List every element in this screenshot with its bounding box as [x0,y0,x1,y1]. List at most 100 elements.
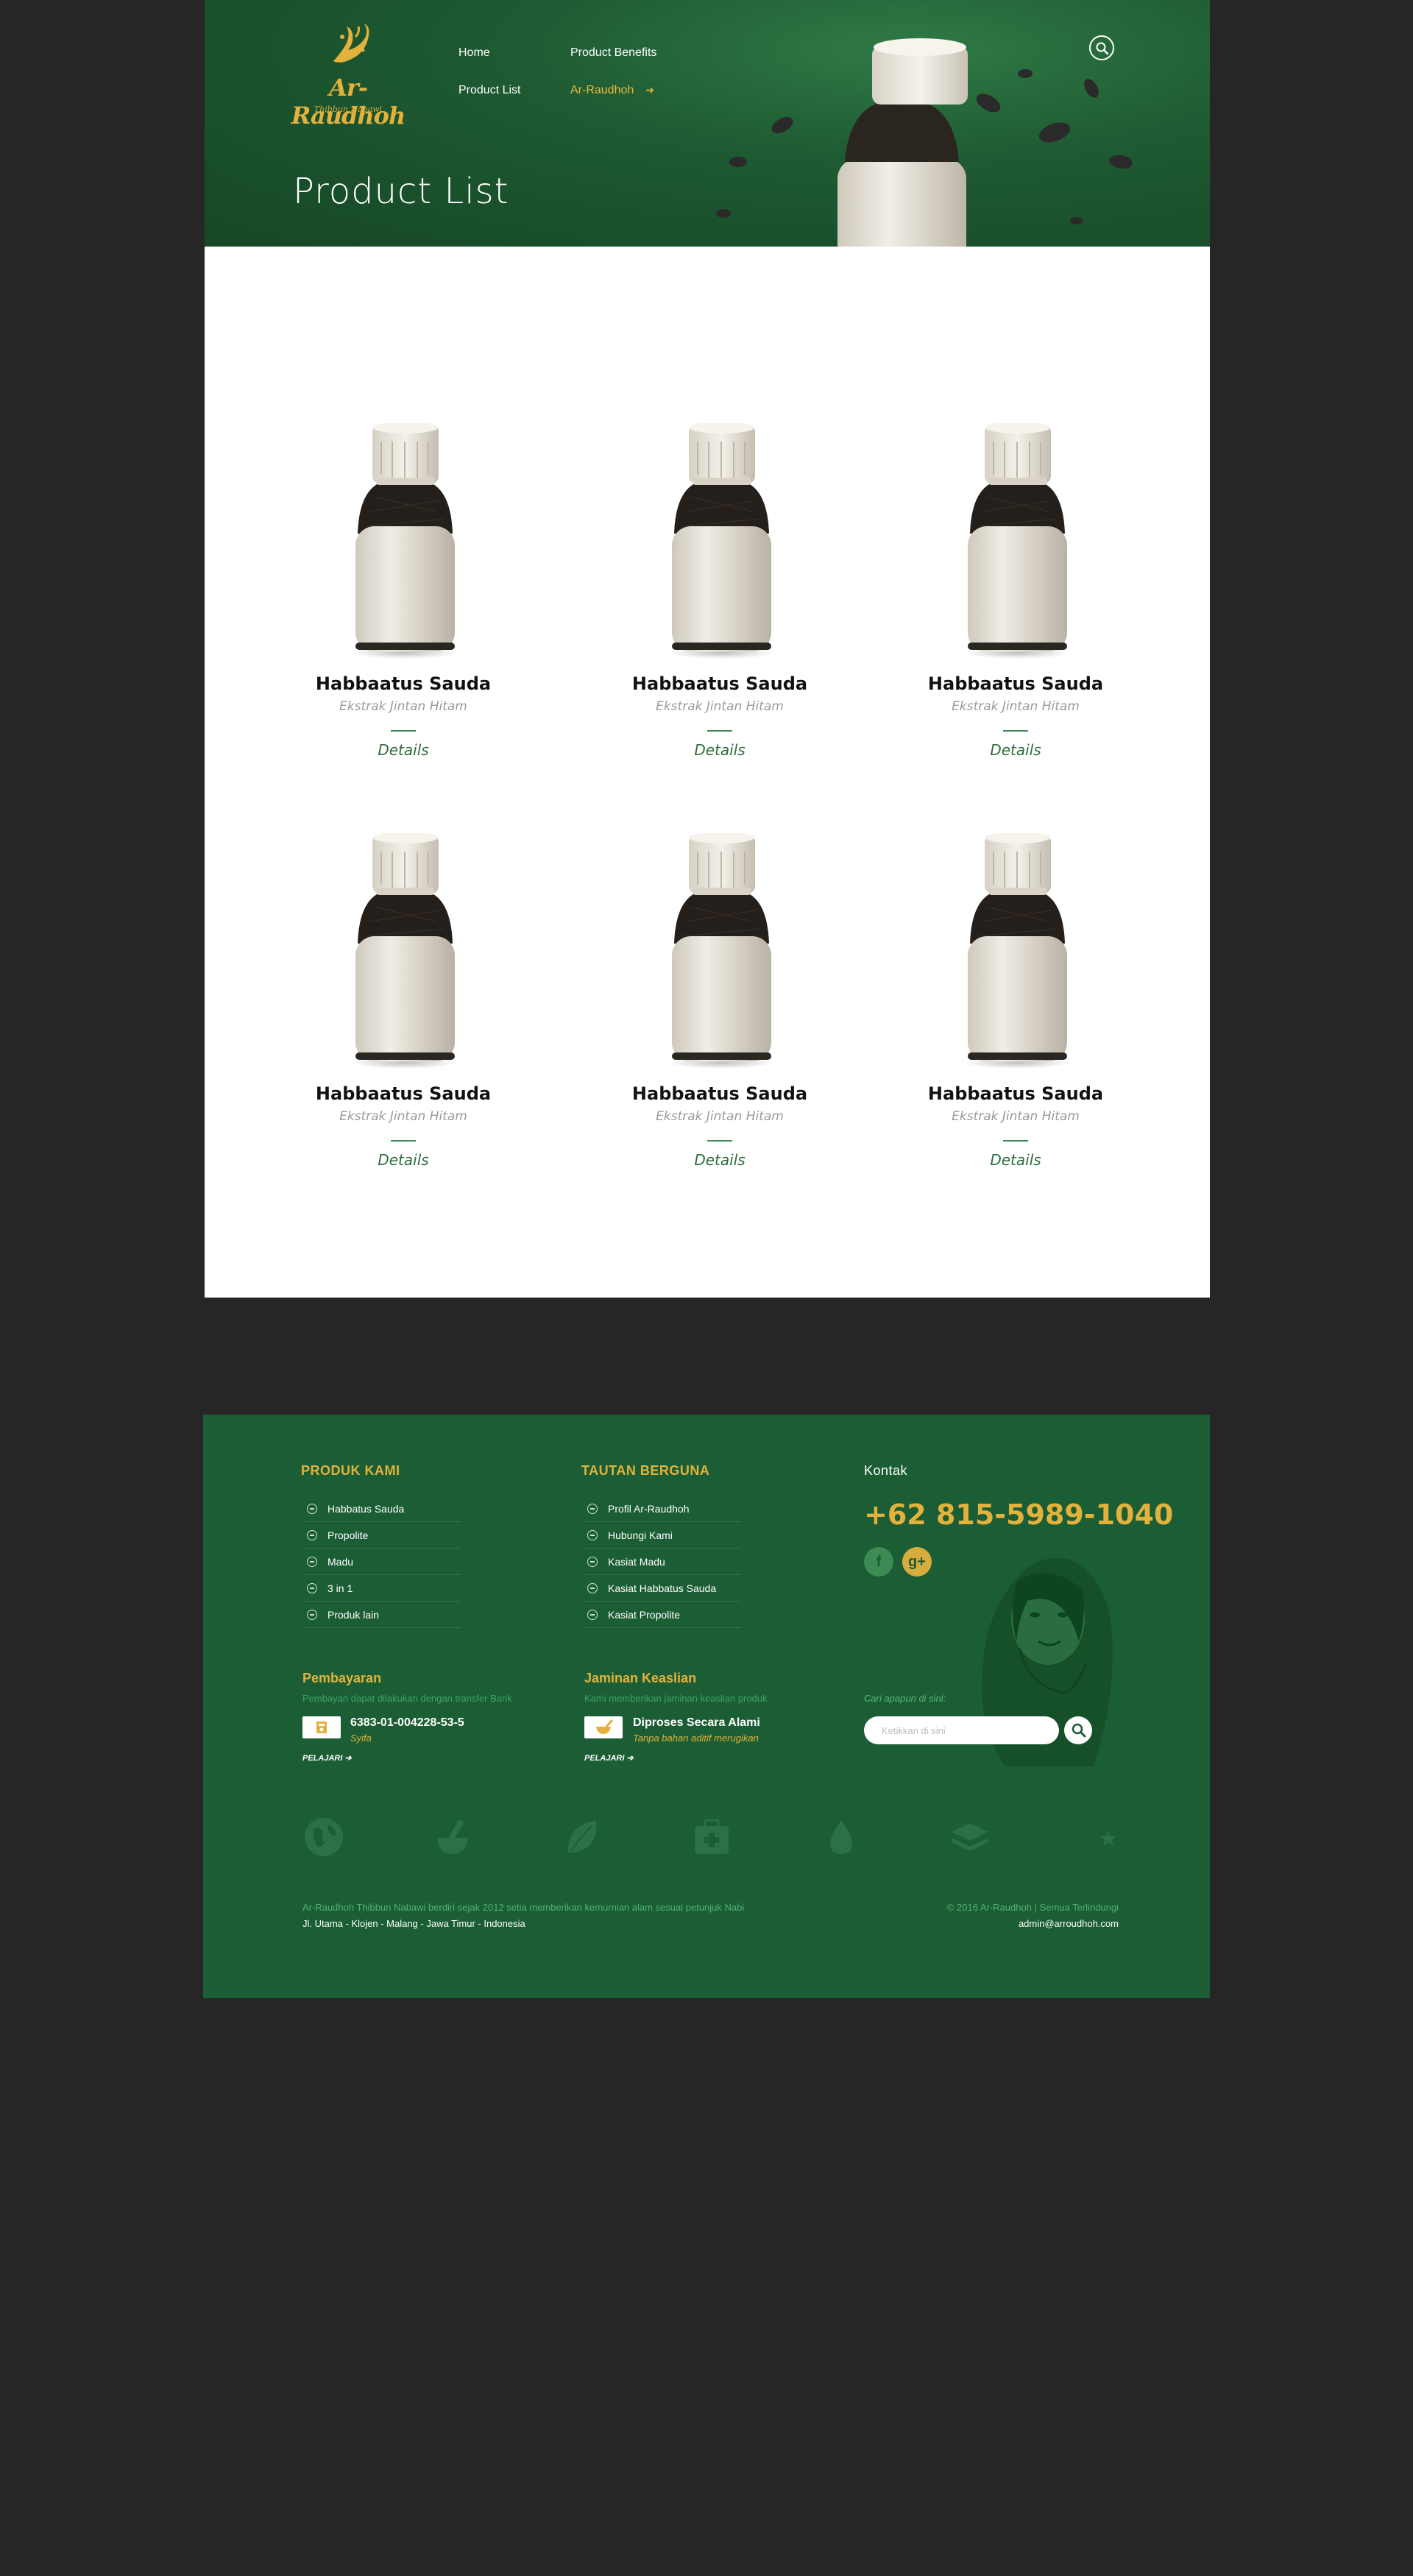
payment-account-holder: Syifa [350,1733,372,1744]
product-card: Habbaatus Sauda Ekstrak Jintan Hitam Det… [282,833,525,1216]
footer-product-label: Propolite [327,1529,369,1541]
contact-phone[interactable]: +62 815-5989-1040 [864,1498,1173,1531]
product-subtitle: Ekstrak Jintan Hitam [656,699,784,714]
product-details-link[interactable]: Details [598,741,841,759]
footer-copyright: © 2016 Ar-Raudhoh | Semua Terlindungi [946,1902,1119,1913]
bank-card-icon [302,1716,341,1738]
footer-product-link[interactable]: Produk lain [302,1602,461,1628]
product-name: Habbaatus Sauda [315,1083,492,1104]
product-bottle-image [668,833,775,1069]
product-bottle-image [964,423,1071,659]
header-banner: Ar-Raudhoh Thibbun Nabawi Home Product B… [205,0,1210,344]
circle-arrow-icon [587,1530,598,1540]
mortar-icon [596,1719,614,1734]
divider [707,1140,732,1142]
product-bottle-image [352,833,458,1069]
arabic-calligraphy-icon [333,24,369,63]
useful-links-list: Profil Ar-Raudhoh Hubungi Kami Kasiat Ma… [583,1496,741,1628]
payment-learn-more-label: PELAJARI [302,1754,343,1763]
payment-subtitle: Pembayari dapat dilakukan dengan transfe… [302,1693,512,1704]
divider [1003,730,1028,732]
product-subtitle: Ekstrak Jintan Hitam [656,1109,784,1124]
circle-arrow-icon [307,1530,317,1540]
footer-product-link[interactable]: Propolite [302,1522,461,1549]
footer-product-label: Madu [327,1556,354,1568]
arrow-right-icon: ➔ [626,1754,634,1763]
product-details-link[interactable]: Details [598,1151,841,1169]
nav-ar-raudhoh[interactable]: Ar-Raudhoh ➔ [570,84,654,97]
drop-icon [830,1820,852,1854]
footer-search-input[interactable] [864,1716,1059,1744]
quran-icon [952,1823,988,1851]
nav-home[interactable]: Home [458,46,490,60]
natural-badge-icon [584,1716,623,1738]
first-aid-icon [695,1819,729,1854]
footer-product-link[interactable]: Habbatus Sauda [302,1496,461,1522]
footer-useful-label: Kasiat Propolite [608,1609,681,1621]
product-details-link[interactable]: Details [894,741,1137,759]
useful-links-heading: TAUTAN BERGUNA [581,1463,710,1478]
guarantee-learn-more-label: PELAJARI [584,1754,625,1763]
product-bottle-image [964,833,1071,1069]
footer-search-button[interactable] [1064,1716,1092,1744]
product-name: Habbaatus Sauda [927,1083,1104,1104]
products-list: Habbatus Sauda Propolite Madu 3 in 1 Pro… [302,1496,461,1628]
product-grid: Habbaatus Sauda Ekstrak Jintan Hitam Det… [205,247,1210,1298]
circle-arrow-icon [307,1610,317,1620]
footer-product-link[interactable]: Madu [302,1549,461,1575]
footer-about-text: Ar-Raudhoh Thibbun Nabawi berdiri sejak … [302,1902,745,1913]
footer-product-label: Habbatus Sauda [327,1503,405,1515]
footer-product-link[interactable]: 3 in 1 [302,1575,461,1602]
product-name: Habbaatus Sauda [631,673,808,694]
divider [1003,1140,1028,1142]
leaf-icon [567,1820,597,1853]
divider [391,1140,416,1142]
product-details-link[interactable]: Details [894,1151,1137,1169]
crescent-star-icon [1084,1820,1116,1854]
product-details-link[interactable]: Details [282,1151,525,1169]
brand-logo[interactable]: Ar-Raudhoh Thibbun Nabawi [289,21,407,130]
facebook-icon[interactable]: f [864,1547,893,1577]
circle-arrow-icon [307,1557,317,1567]
arrow-right-icon: ➔ [645,84,655,96]
payment-learn-more-link[interactable]: PELAJARI ➔ [302,1753,352,1763]
guarantee-learn-more-link[interactable]: PELAJARI ➔ [584,1753,634,1763]
product-details-link[interactable]: Details [282,741,525,759]
guarantee-note: Tanpa bahan aditif merugikan [633,1733,759,1744]
payment-title: Pembayaran [302,1671,382,1685]
circle-arrow-icon [587,1557,598,1567]
footer-useful-link[interactable]: Kasiat Propolite [583,1602,741,1628]
footer-email[interactable]: admin@arroudhoh.com [1019,1918,1119,1929]
footer-useful-link[interactable]: Kasiat Habbatus Sauda [583,1575,741,1602]
google-plus-icon[interactable]: g+ [902,1547,932,1577]
footer-address: Jl. Utama - Klojen - Malang - Jawa Timur… [302,1918,525,1929]
product-bottle-image [668,423,775,659]
product-name: Habbaatus Sauda [927,673,1104,694]
product-subtitle: Ekstrak Jintan Hitam [952,699,1080,714]
product-card: Habbaatus Sauda Ekstrak Jintan Hitam Det… [894,423,1137,806]
circle-arrow-icon [307,1504,317,1514]
site-footer: PRODUK KAMI Habbatus Sauda Propolite Mad… [203,1415,1210,1998]
footer-useful-label: Profil Ar-Raudhoh [608,1503,690,1515]
product-subtitle: Ekstrak Jintan Hitam [339,699,467,714]
nav-product-list[interactable]: Product List [458,84,520,97]
product-name: Habbaatus Sauda [315,673,492,694]
footer-useful-link[interactable]: Hubungi Kami [583,1522,741,1549]
nav-product-benefits[interactable]: Product Benefits [570,46,656,60]
circle-arrow-icon [587,1504,598,1514]
footer-useful-link[interactable]: Kasiat Madu [583,1549,741,1575]
page-title: Product List [293,171,509,212]
divider [707,730,732,732]
footer-useful-link[interactable]: Profil Ar-Raudhoh [583,1496,741,1522]
globe-icon [305,1818,343,1856]
products-heading: PRODUK KAMI [301,1463,400,1478]
product-subtitle: Ekstrak Jintan Hitam [952,1109,1080,1124]
product-card: Habbaatus Sauda Ekstrak Jintan Hitam Det… [282,423,525,806]
brand-name: Ar-Raudhoh [291,74,406,130]
arrow-right-icon: ➔ [344,1754,352,1763]
circle-arrow-icon [587,1583,598,1593]
divider [391,730,416,732]
footer-useful-label: Hubungi Kami [608,1529,673,1541]
product-subtitle: Ekstrak Jintan Hitam [339,1109,467,1124]
footer-useful-label: Kasiat Madu [608,1556,665,1568]
